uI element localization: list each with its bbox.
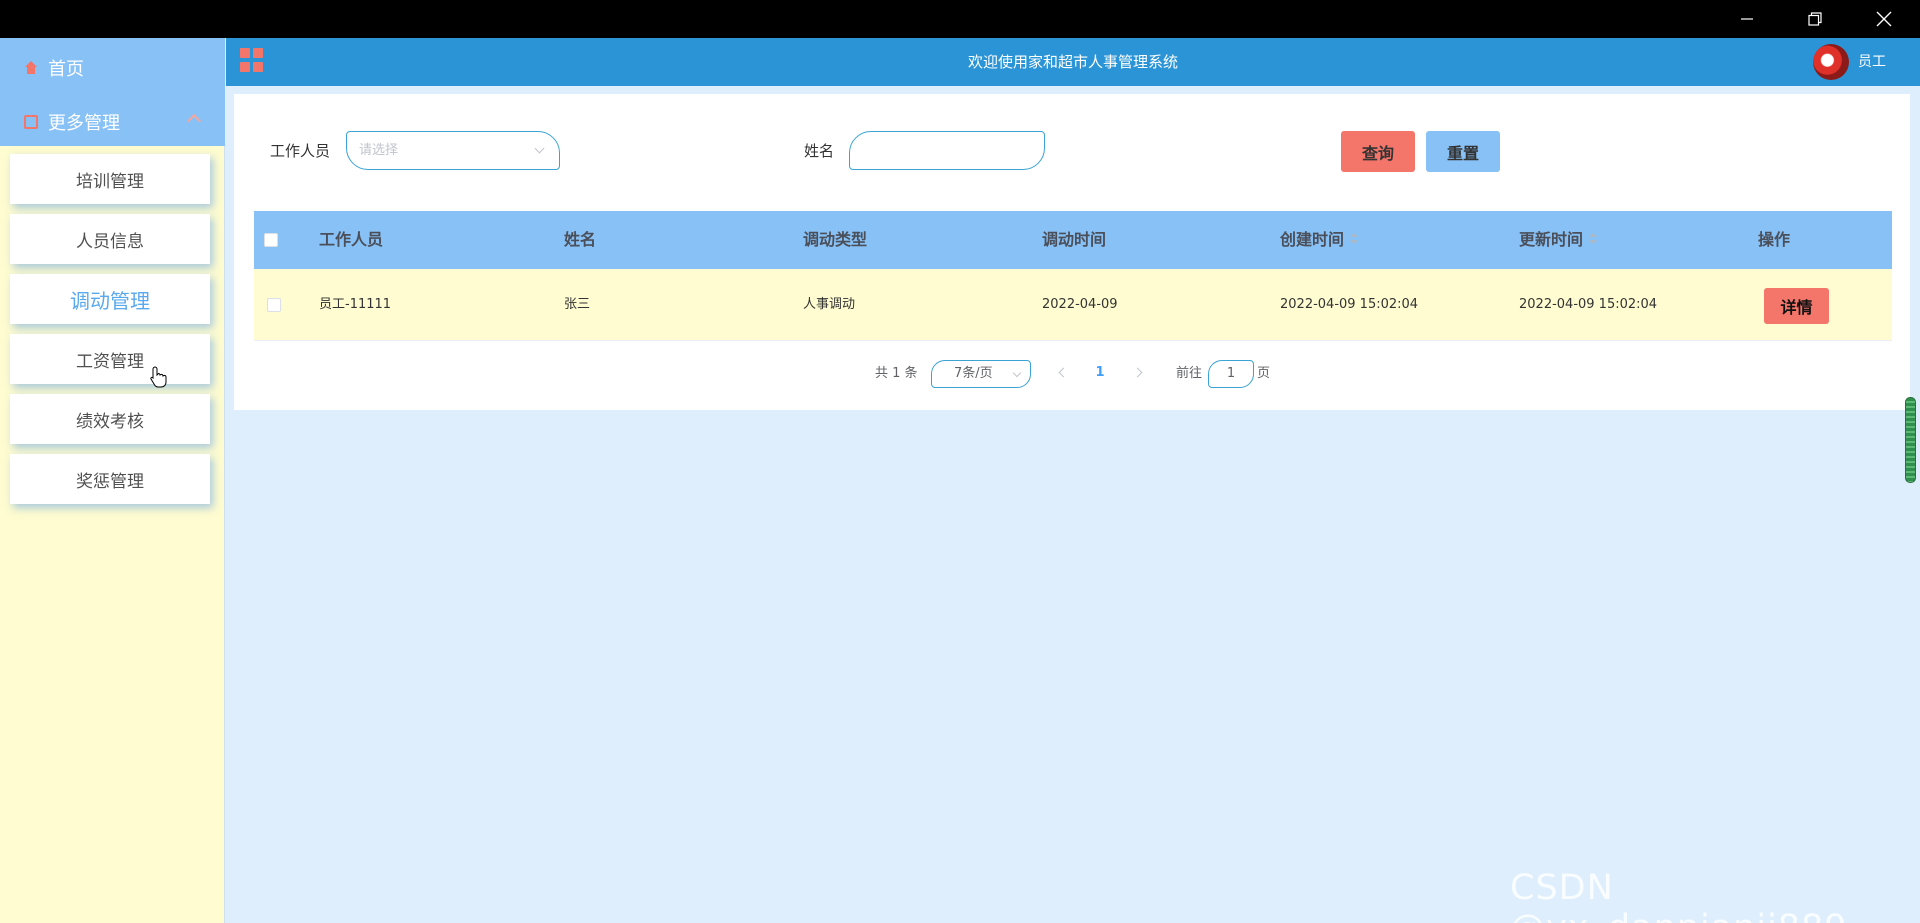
close-icon[interactable] <box>1850 0 1918 38</box>
column-header: 调动时间 <box>1042 230 1107 249</box>
hand-cursor-icon <box>150 366 167 388</box>
scrollbar-thumb[interactable] <box>1905 397 1916 483</box>
sidebar-item-label: 人员信息 <box>76 231 144 252</box>
cell-transfer-type: 人事调动 <box>803 297 856 312</box>
cell-transfer-date: 2022-04-09 <box>1042 297 1118 312</box>
cell-worker: 员工-11111 <box>319 297 392 312</box>
sidebar-item-label: 调动管理 <box>70 288 150 313</box>
sidebar-item-home[interactable]: 首页 <box>0 42 225 94</box>
page-number-current[interactable]: 1 <box>1092 363 1108 383</box>
goto-prefix: 前往 <box>1176 366 1203 381</box>
sidebar-item-label: 奖惩管理 <box>76 471 144 492</box>
column-header-label: 创建时间 <box>1280 230 1345 249</box>
goto-page-input[interactable]: 1 <box>1208 360 1254 388</box>
sidebar-item-more-management[interactable]: 更多管理 <box>0 96 225 148</box>
worker-select-placeholder: 请选择 <box>359 143 399 158</box>
top-header: 欢迎使用家和超市人事管理系统 员工 <box>226 38 1920 86</box>
sidebar-item-staff-info[interactable]: 人员信息 <box>10 214 210 264</box>
column-header-sortable[interactable]: 更新时间 <box>1519 211 1598 269</box>
column-header-label: 更新时间 <box>1519 230 1584 249</box>
worker-label: 工作人员 <box>270 142 331 160</box>
minimize-icon[interactable] <box>1713 0 1781 38</box>
name-label: 姓名 <box>804 142 835 160</box>
sidebar-more-label: 更多管理 <box>48 113 120 134</box>
sidebar-item-transfer[interactable]: 调动管理 <box>10 274 210 324</box>
watermark: CSDN @vx_danpianji889 <box>1510 868 1847 923</box>
sidebar-item-label: 工资管理 <box>76 351 144 372</box>
reset-button[interactable]: 重置 <box>1426 131 1500 172</box>
avatar[interactable] <box>1813 44 1849 80</box>
sidebar-item-performance[interactable]: 绩效考核 <box>10 394 210 444</box>
cell-updated: 2022-04-09 15:02:04 <box>1519 297 1658 312</box>
cell-created: 2022-04-09 15:02:04 <box>1280 297 1419 312</box>
page-size-value: 7条/页 <box>954 366 993 381</box>
query-button[interactable]: 查询 <box>1341 131 1415 172</box>
column-header: 工作人员 <box>319 230 384 249</box>
select-all-checkbox[interactable] <box>264 233 278 247</box>
name-input[interactable] <box>849 131 1045 170</box>
worker-select[interactable]: 请选择 <box>346 131 560 170</box>
page-size-select[interactable]: 7条/页 <box>931 360 1031 388</box>
sidebar-home-label: 首页 <box>48 59 84 80</box>
sidebar-item-training[interactable]: 培训管理 <box>10 154 210 204</box>
window-titlebar <box>0 0 1920 38</box>
chevron-up-icon <box>186 113 202 129</box>
table-header: 工作人员 姓名 调动类型 调动时间 创建时间 更新时间 操作 <box>254 211 1892 269</box>
home-icon <box>24 61 38 75</box>
goto-suffix: 页 <box>1257 366 1271 381</box>
user-role[interactable]: 员工 <box>1858 38 1886 86</box>
pagination-total: 共 1 条 <box>875 366 918 381</box>
column-header-sortable[interactable]: 创建时间 <box>1280 211 1359 269</box>
sidebar-item-label: 绩效考核 <box>76 411 144 432</box>
app-title: 欢迎使用家和超市人事管理系统 <box>967 53 1178 71</box>
sidebar-item-rewards[interactable]: 奖惩管理 <box>10 454 210 504</box>
column-header: 姓名 <box>564 230 597 249</box>
cell-name: 张三 <box>564 297 591 312</box>
detail-button[interactable]: 详情 <box>1764 288 1829 324</box>
sidebar-item-label: 培训管理 <box>76 171 144 192</box>
table-row: 员工-11111 张三 人事调动 2022-04-09 2022-04-09 1… <box>254 269 1892 341</box>
sort-icon[interactable] <box>1350 232 1359 245</box>
document-icon <box>24 115 38 129</box>
sort-icon[interactable] <box>1589 232 1598 245</box>
chevron-down-icon <box>534 143 545 154</box>
row-checkbox[interactable] <box>267 298 281 312</box>
chevron-down-icon <box>1012 368 1022 378</box>
sidebar-item-salary[interactable]: 工资管理 <box>10 334 210 384</box>
restore-icon[interactable] <box>1781 0 1849 38</box>
column-header: 操作 <box>1758 230 1791 249</box>
column-header: 调动类型 <box>803 230 868 249</box>
sidebar: 首页 更多管理 培训管理 人员信息 调动管理 工资管理 绩效考核 奖惩管理 <box>0 38 225 923</box>
menu-grid-icon[interactable] <box>240 48 264 72</box>
